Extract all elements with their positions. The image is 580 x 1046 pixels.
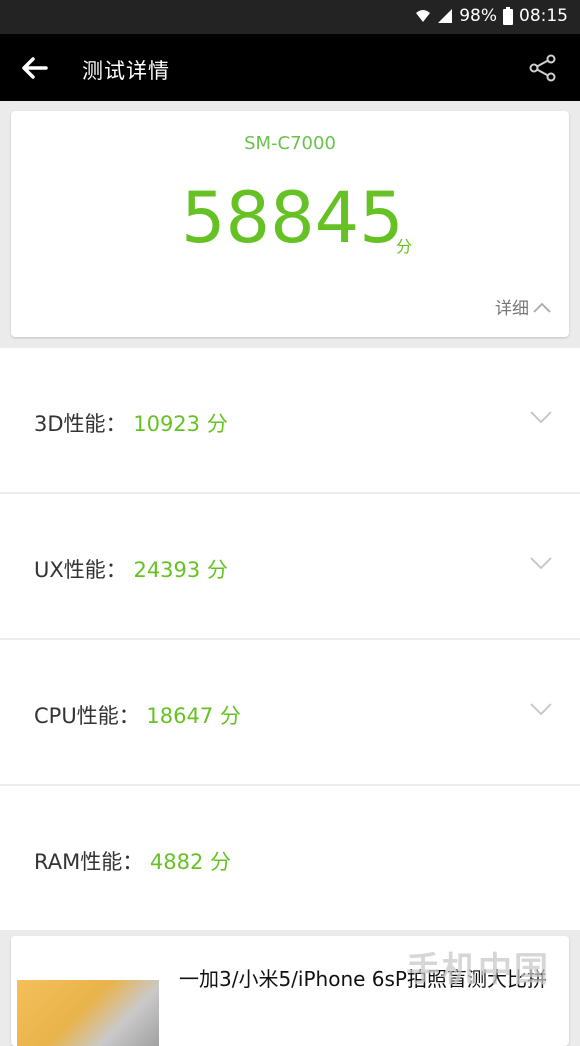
score-row-label: UX性能： 24393 分	[34, 558, 228, 582]
score-unit: 分	[396, 237, 413, 256]
score-row-value: 24393 分	[133, 558, 228, 582]
article-thumbnail	[17, 980, 159, 1046]
device-model: SM-C7000	[244, 133, 336, 154]
watermark: 手机中国	[406, 950, 550, 990]
score-card: SM-C7000 58845 分 详细	[11, 111, 569, 337]
score-row-ux[interactable]: UX性能： 24393 分	[0, 494, 580, 638]
clock: 08:15	[519, 6, 568, 26]
chevron-down-icon	[530, 703, 552, 716]
detail-label: 详细	[495, 299, 529, 319]
status-bar: 98% 08:15	[0, 0, 580, 34]
score-row-value: 10923 分	[133, 412, 228, 436]
score-row-3d[interactable]: 3D性能： 10923 分	[0, 348, 580, 492]
share-icon[interactable]	[528, 54, 558, 82]
battery-percent: 98%	[459, 6, 497, 26]
detail-toggle[interactable]: 详细	[495, 294, 551, 319]
score-row-value: 18647 分	[146, 704, 241, 728]
score-row-ram: RAM性能： 4882 分	[0, 786, 580, 930]
signal-icon	[438, 9, 453, 23]
chevron-up-icon	[533, 302, 551, 313]
score-row-label: RAM性能： 4882 分	[34, 850, 232, 874]
status-icons: 98% 08:15	[415, 6, 568, 26]
chevron-down-icon	[530, 411, 552, 424]
page-title: 测试详情	[82, 59, 170, 83]
chevron-down-icon	[530, 557, 552, 570]
battery-icon	[503, 7, 513, 25]
back-arrow-icon[interactable]	[20, 54, 50, 82]
score-row-cpu[interactable]: CPU性能： 18647 分	[0, 640, 580, 784]
score-row-value: 4882 分	[149, 850, 232, 874]
score-row-label: 3D性能： 10923 分	[34, 412, 228, 436]
total-score: 58845	[181, 177, 404, 259]
app-bar: 测试详情	[0, 34, 580, 101]
score-row-label: CPU性能： 18647 分	[34, 704, 241, 728]
wifi-icon	[416, 10, 431, 22]
